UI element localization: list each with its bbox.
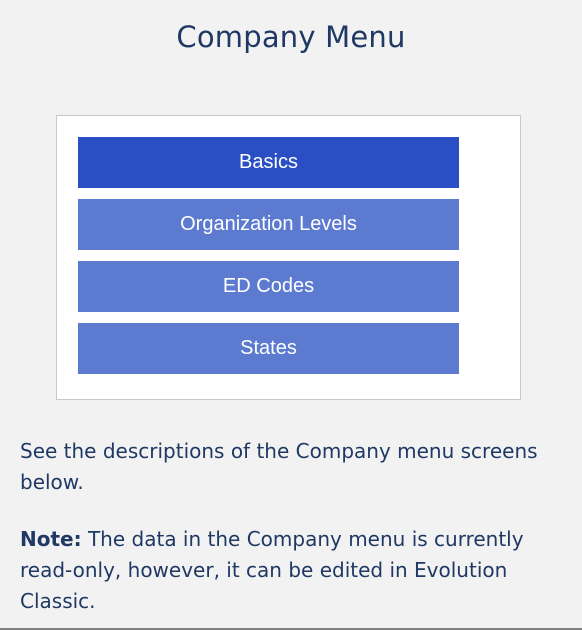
menu-item-basics[interactable]: Basics [78, 137, 459, 188]
description-text: See the descriptions of the Company menu… [20, 439, 538, 494]
note-label: Note: [20, 527, 82, 551]
company-menu-panel: Company Menu Basics Organization Levels … [0, 0, 582, 630]
note-paragraph: Note: The data in the Company menu is cu… [20, 524, 570, 617]
menu-screenshot-frame: Basics Organization Levels ED Codes Stat… [56, 115, 521, 400]
page-title: Company Menu [176, 20, 406, 54]
menu-item-states[interactable]: States [78, 323, 459, 374]
menu-item-organization-levels[interactable]: Organization Levels [78, 199, 459, 250]
menu-item-ed-codes[interactable]: ED Codes [78, 261, 459, 312]
note-text: The data in the Company menu is currentl… [20, 527, 524, 613]
